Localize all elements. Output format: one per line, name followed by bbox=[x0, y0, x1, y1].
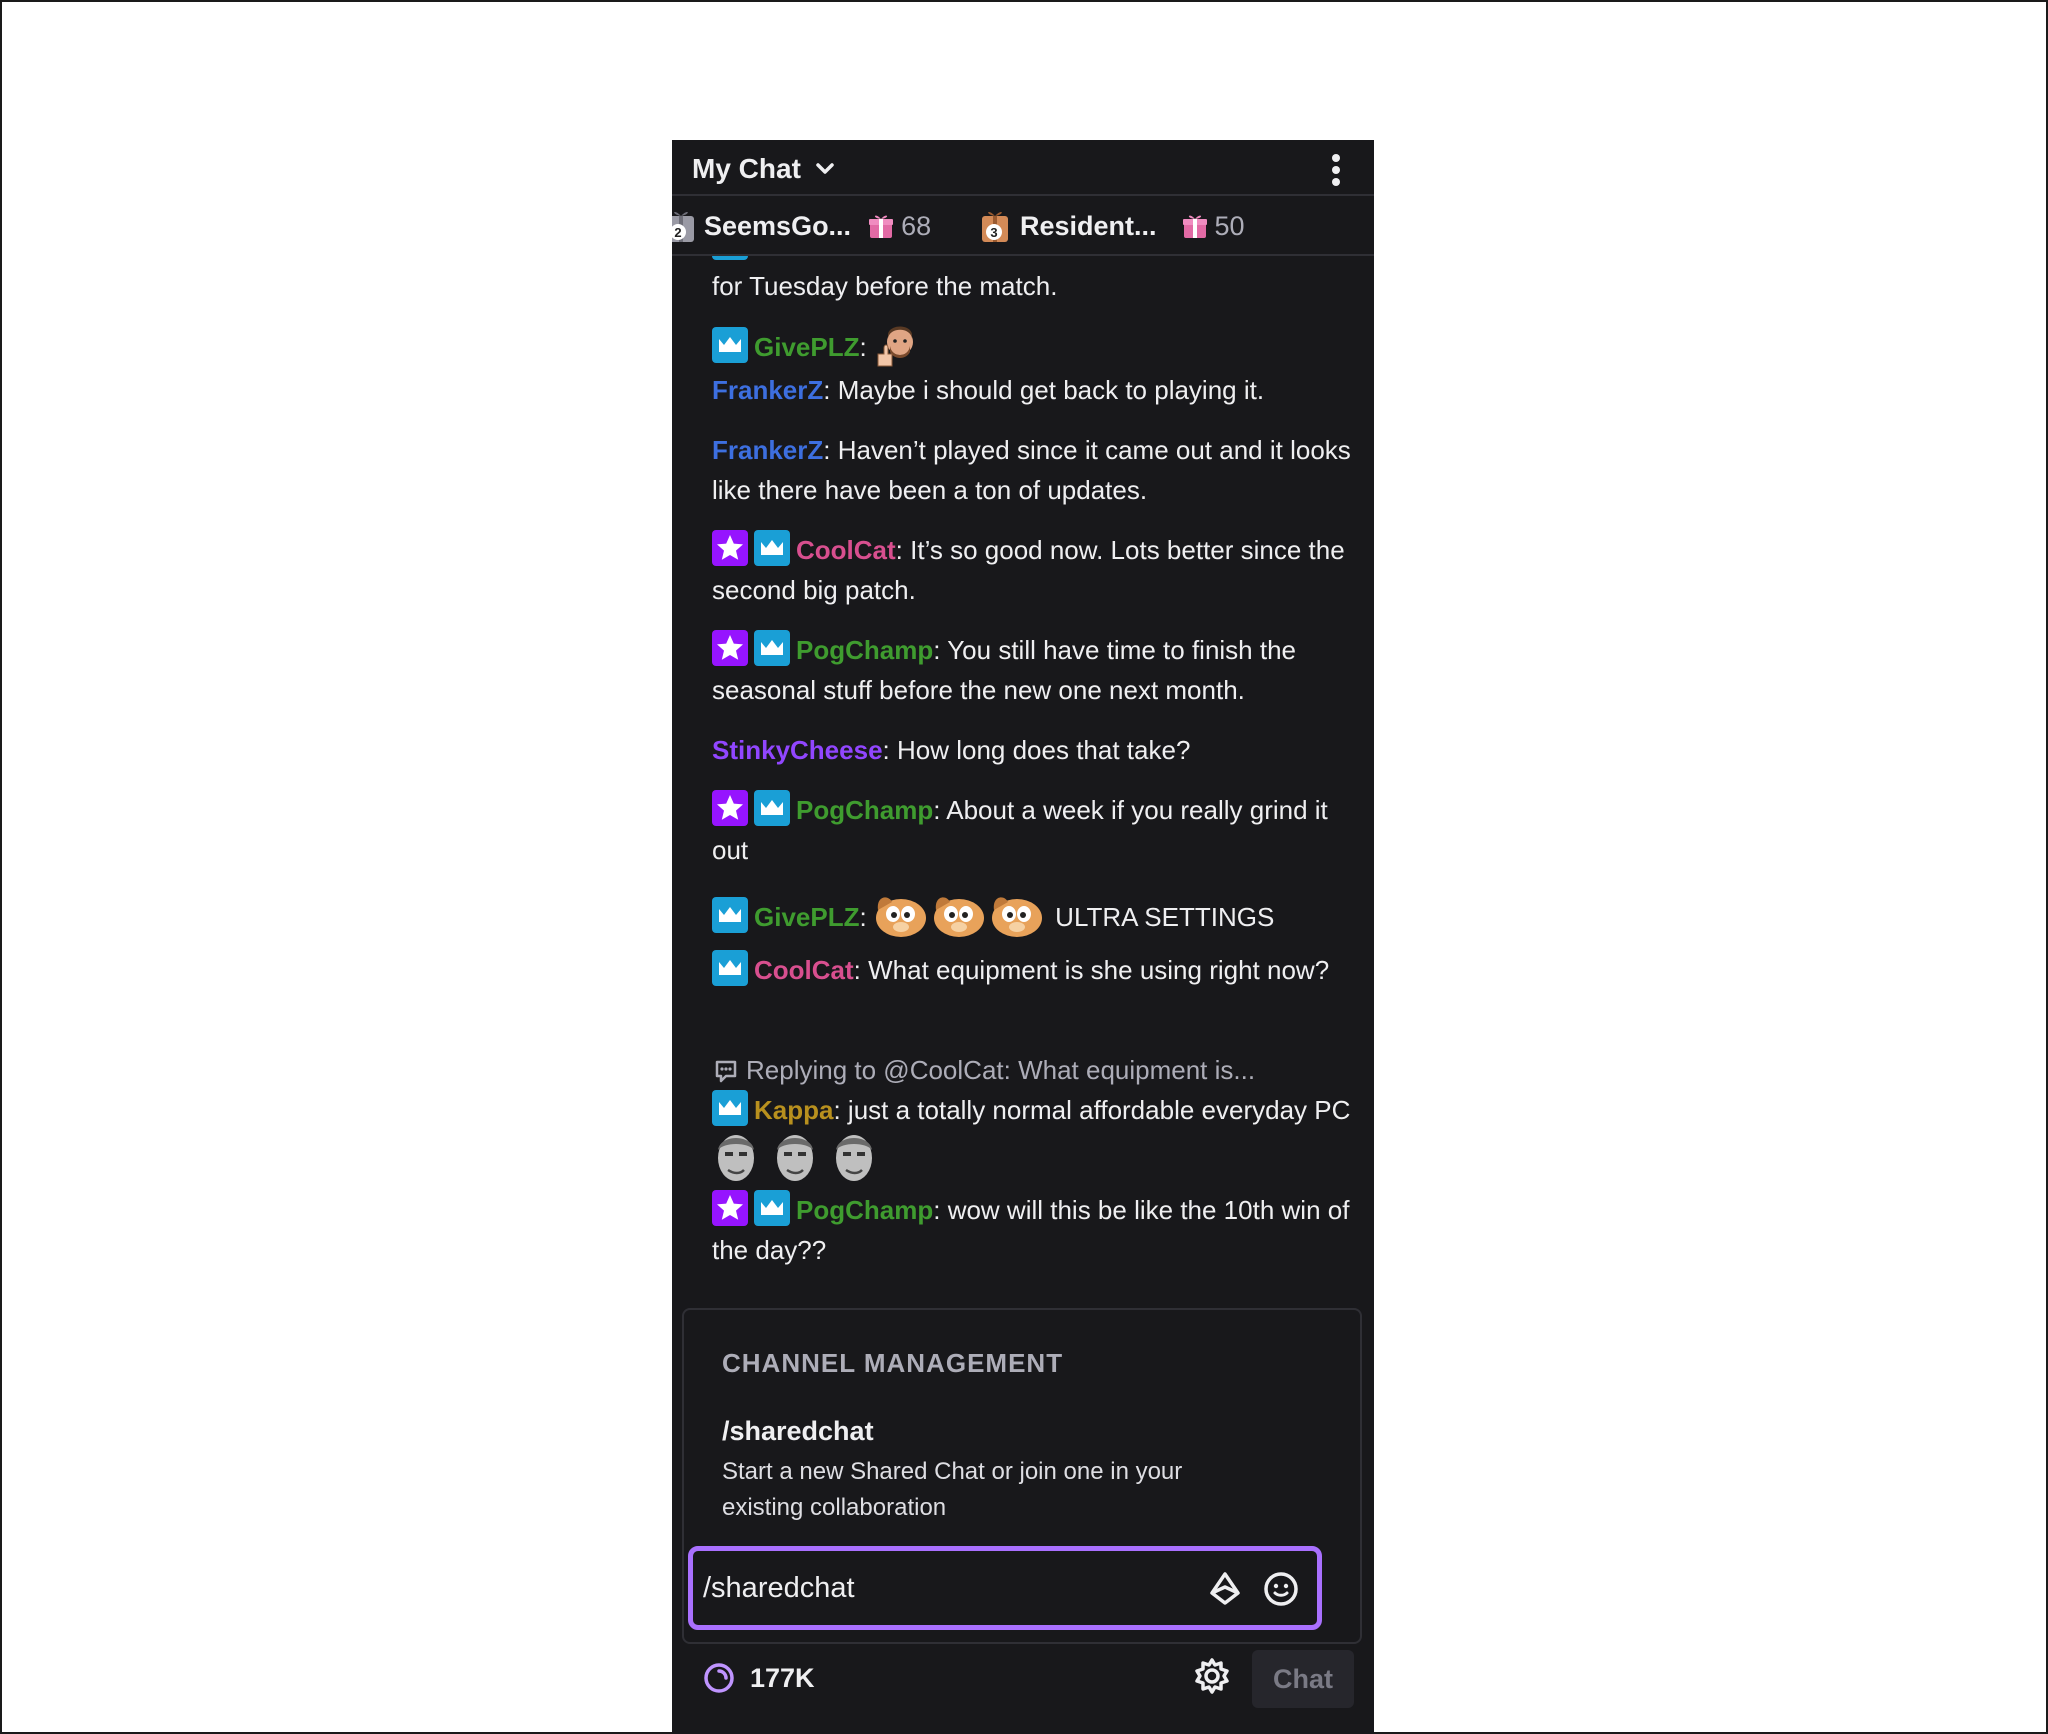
chevron-down-icon bbox=[816, 163, 834, 174]
subscriber-badge-icon[interactable] bbox=[754, 790, 790, 826]
chat-reply-message[interactable]: Replying to @CoolCat: What equipment is.… bbox=[712, 1050, 1352, 1184]
username[interactable]: CoolCat bbox=[754, 955, 854, 985]
subscriber-badge-icon[interactable] bbox=[712, 327, 748, 363]
emote-picker-icon[interactable] bbox=[1261, 1569, 1301, 1609]
chat-message[interactable]: PogChamp: You still have time to finish … bbox=[712, 630, 1352, 710]
channel-points-count: 177K bbox=[750, 1662, 815, 1693]
channel-points-icon bbox=[704, 1663, 734, 1693]
chat-message[interactable]: GivePLZ: ULTRA SETTINGS bbox=[712, 890, 1352, 938]
username[interactable]: GivePLZ bbox=[754, 902, 859, 932]
dog-emote bbox=[991, 897, 1042, 937]
chat-message[interactable]: FrankerZ: Maybe i should get back to pla… bbox=[712, 370, 1352, 410]
sub-badge-partial bbox=[712, 256, 748, 260]
chat-title: My Chat bbox=[692, 153, 801, 184]
chat-messages: for Tuesday before the match. GivePLZ: F… bbox=[672, 256, 1374, 1450]
leaderboard-entry[interactable]: 2 SeemsGo... 68 bbox=[672, 198, 931, 254]
kappa-emote bbox=[718, 1135, 754, 1181]
more-dot bbox=[1332, 178, 1340, 186]
message-text: just a totally normal affordable everyda… bbox=[847, 1095, 1351, 1125]
rank-number: 3 bbox=[990, 225, 997, 240]
subscriber-badge-icon[interactable] bbox=[712, 897, 748, 933]
command-section-heading: CHANNEL MANAGEMENT bbox=[722, 1348, 1064, 1378]
chat-panel: My Chat 2 SeemsGo... 68 3 Resident... 50… bbox=[672, 140, 1374, 1734]
username[interactable]: GivePLZ bbox=[754, 332, 859, 362]
more-dot bbox=[1332, 166, 1340, 174]
dog-emote bbox=[933, 897, 984, 937]
username[interactable]: PogChamp bbox=[796, 795, 933, 825]
channel-points-button[interactable]: 177K bbox=[702, 1658, 815, 1698]
chat-message[interactable]: StinkyCheese: How long does that take? bbox=[712, 730, 1352, 770]
star-badge-icon[interactable] bbox=[712, 530, 748, 566]
message-text: What equipment is she using right now? bbox=[868, 955, 1330, 985]
chat-message[interactable]: CoolCat: It’s so good now. Lots better s… bbox=[712, 530, 1352, 610]
chat-input[interactable] bbox=[701, 1565, 1175, 1611]
gift-icon bbox=[1182, 215, 1207, 238]
star-badge-icon[interactable] bbox=[712, 630, 748, 666]
more-options-button[interactable] bbox=[1324, 150, 1348, 190]
chat-title-dropdown[interactable]: My Chat bbox=[692, 152, 835, 186]
chat-input-container bbox=[688, 1546, 1322, 1630]
username[interactable]: FrankerZ bbox=[712, 435, 823, 465]
chat-send-button[interactable]: Chat bbox=[1252, 1650, 1354, 1708]
command-name: /sharedchat bbox=[722, 1416, 874, 1446]
message-text: for Tuesday before the match. bbox=[712, 271, 1058, 301]
message-text: How long does that take? bbox=[896, 735, 1191, 765]
gift-leaderboard: 2 SeemsGo... 68 3 Resident... 50 bbox=[672, 198, 1374, 256]
message-text: Maybe i should get back to playing it. bbox=[837, 375, 1265, 405]
kappa-emote bbox=[836, 1135, 873, 1181]
dog-emote bbox=[875, 897, 926, 937]
username[interactable]: Kappa bbox=[754, 1095, 833, 1125]
subscriber-badge-icon[interactable] bbox=[754, 630, 790, 666]
reply-context[interactable]: Replying to @CoolCat: What equipment is.… bbox=[712, 1050, 1352, 1090]
chat-message[interactable]: PogChamp: About a week if you really gri… bbox=[712, 790, 1352, 870]
chat-message[interactable]: for Tuesday before the match. bbox=[712, 266, 1352, 306]
chat-message[interactable]: FrankerZ: Haven’t played since it came o… bbox=[712, 430, 1352, 510]
leaderboard-entry[interactable]: 3 Resident... 50 bbox=[978, 198, 1245, 254]
subscriber-badge-icon[interactable] bbox=[712, 1090, 748, 1126]
rank-number: 2 bbox=[674, 225, 681, 240]
chat-header: My Chat bbox=[672, 140, 1374, 196]
leaderboard-name: Resident... bbox=[1020, 210, 1157, 241]
username[interactable]: CoolCat bbox=[796, 535, 896, 565]
username[interactable]: PogChamp bbox=[796, 635, 933, 665]
subscriber-badge-icon[interactable] bbox=[712, 950, 748, 986]
chat-message[interactable]: GivePLZ: bbox=[712, 324, 1352, 368]
gift-icon bbox=[869, 215, 894, 238]
reply-icon bbox=[715, 1060, 737, 1083]
star-badge-icon[interactable] bbox=[712, 790, 748, 826]
rank-gift-badge-icon: 3 bbox=[982, 211, 1008, 242]
subscriber-badge-icon[interactable] bbox=[754, 530, 790, 566]
gear-icon[interactable] bbox=[1192, 1656, 1232, 1696]
gift-count: 68 bbox=[901, 210, 932, 241]
thumbs-up-man-emote bbox=[877, 326, 913, 367]
subscriber-badge-icon[interactable] bbox=[754, 1190, 790, 1226]
more-vertical-icon bbox=[1332, 154, 1340, 162]
command-description: Start a new Shared Chat or join one in y… bbox=[722, 1458, 1183, 1521]
gift-count: 50 bbox=[1214, 210, 1245, 241]
bits-icon[interactable] bbox=[1205, 1569, 1245, 1609]
rank-gift-badge-icon: 2 bbox=[672, 211, 694, 242]
username[interactable]: PogChamp bbox=[796, 1195, 933, 1225]
message-text: ULTRA SETTINGS bbox=[1055, 902, 1275, 932]
reply-text: Replying to @CoolCat: What equipment is.… bbox=[746, 1055, 1256, 1085]
username[interactable]: StinkyCheese bbox=[712, 735, 883, 765]
kappa-emote bbox=[777, 1135, 814, 1181]
star-badge-icon[interactable] bbox=[712, 1190, 748, 1226]
gift-count-group: 68 bbox=[867, 211, 931, 242]
chat-message[interactable]: PogChamp: wow will this be like the 10th… bbox=[712, 1190, 1352, 1270]
leaderboard-name: SeemsGo... bbox=[704, 210, 852, 241]
username[interactable]: FrankerZ bbox=[712, 375, 823, 405]
gift-count-group: 50 bbox=[1181, 211, 1245, 242]
chat-message[interactable]: CoolCat: What equipment is she using rig… bbox=[712, 950, 1352, 990]
